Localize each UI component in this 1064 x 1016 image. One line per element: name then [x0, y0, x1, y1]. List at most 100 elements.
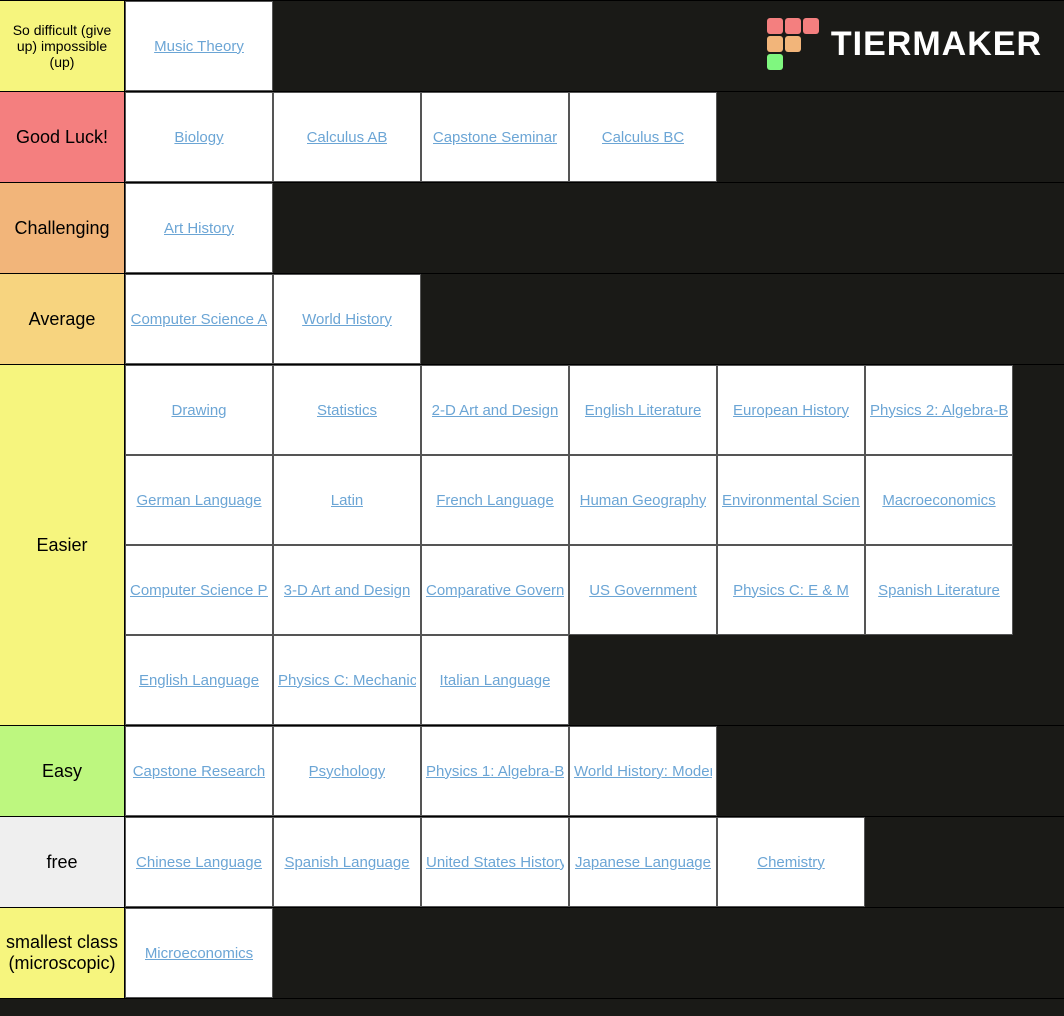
tier-item[interactable]: Environmental Science — [717, 455, 865, 545]
tier-item-label: Italian Language — [440, 672, 551, 689]
tier-item-label: Drawing — [171, 402, 226, 419]
tier-item[interactable]: Drawing — [125, 365, 273, 455]
tier-item[interactable]: Italian Language — [421, 635, 569, 725]
tier-item-label: Chemistry — [757, 854, 825, 871]
tier-item-label: Spanish Literature — [878, 582, 1000, 599]
tier-item[interactable]: World History: Modern — [569, 726, 717, 816]
tier-item-label: Physics 2: Algebra-Based — [870, 402, 1008, 419]
tier-label[interactable]: Average — [0, 274, 125, 364]
tier-item-label: Biology — [174, 129, 223, 146]
tier-item[interactable]: Human Geography — [569, 455, 717, 545]
tier-label[interactable]: smallest class (microscopic) — [0, 908, 125, 998]
tier-item-label: Physics C: Mechanics — [278, 672, 416, 689]
tier-item-label: European History — [733, 402, 849, 419]
tier-row: Easier Drawing Statistics 2-D Art and Desig… — [0, 365, 1064, 726]
tier-item-label: Capstone Seminar — [433, 129, 557, 146]
tier-item-label: Calculus BC — [602, 129, 685, 146]
tier-item[interactable]: Calculus AB — [273, 92, 421, 182]
tier-item-label: French Language — [436, 492, 554, 509]
tier-label[interactable]: Challenging — [0, 183, 125, 273]
tier-item-label: Latin — [331, 492, 364, 509]
tier-item-label: United States History — [426, 854, 564, 871]
tier-item-label: English Language — [139, 672, 259, 689]
tier-item-label: Statistics — [317, 402, 377, 419]
tier-item-label: Computer Science Principles — [130, 582, 268, 599]
tier-row: Average Computer Science A World History — [0, 274, 1064, 365]
tier-item[interactable]: European History — [717, 365, 865, 455]
tier-item[interactable]: English Language — [125, 635, 273, 725]
tier-item-label: Physics 1: Algebra-Based — [426, 763, 564, 780]
tier-item-label: Japanese Language — [575, 854, 711, 871]
tier-item-label: Capstone Research — [133, 763, 266, 780]
tier-label[interactable]: Good Luck! — [0, 92, 125, 182]
tier-grid-icon — [767, 18, 819, 70]
tier-row: free Chinese Language Spanish Language Unit… — [0, 817, 1064, 908]
tier-item-label: Environmental Science — [722, 492, 860, 509]
tier-row: Good Luck! Biology Calculus AB Capstone Sem… — [0, 92, 1064, 183]
tier-item-label: World History — [302, 311, 392, 328]
tier-item[interactable]: Japanese Language — [569, 817, 717, 907]
tier-item-label: German Language — [136, 492, 261, 509]
tier-items[interactable]: Art History — [125, 183, 1064, 273]
tier-item[interactable]: Physics C: E & M — [717, 545, 865, 635]
tier-item[interactable]: Physics 2: Algebra-Based — [865, 365, 1013, 455]
tier-item[interactable]: Spanish Language — [273, 817, 421, 907]
tier-item-label: Music Theory — [154, 38, 244, 55]
tier-item[interactable]: Computer Science Principles — [125, 545, 273, 635]
tier-item[interactable]: Chinese Language — [125, 817, 273, 907]
tier-item[interactable]: Macroeconomics — [865, 455, 1013, 545]
tier-items[interactable]: Computer Science A World History — [125, 274, 1064, 364]
tier-item[interactable]: 2-D Art and Design — [421, 365, 569, 455]
tier-label[interactable]: free — [0, 817, 125, 907]
tier-list: So difficult (give up) impossible (up) Mu… — [0, 0, 1064, 999]
tier-item[interactable]: Music Theory — [125, 1, 273, 91]
tier-item-label: Human Geography — [580, 492, 707, 509]
tier-items[interactable]: Biology Calculus AB Capstone Seminar Calcul… — [125, 92, 1064, 182]
tier-label[interactable]: Easy — [0, 726, 125, 816]
tier-item-label: US Government — [589, 582, 697, 599]
tier-item[interactable]: Psychology — [273, 726, 421, 816]
tier-row: Challenging Art History — [0, 183, 1064, 274]
brand-name: TIERMAKER — [831, 25, 1042, 64]
tier-item[interactable]: US Government — [569, 545, 717, 635]
tier-item-label: Psychology — [309, 763, 386, 780]
tier-item[interactable]: Capstone Seminar — [421, 92, 569, 182]
tier-item-label: World History: Modern — [574, 763, 712, 780]
tier-item-label: Art History — [164, 220, 234, 237]
tier-item-label: Microeconomics — [145, 945, 253, 962]
tier-row: smallest class (microscopic) Microeconomi… — [0, 908, 1064, 999]
tier-item-label: Physics C: E & M — [733, 582, 849, 599]
tier-item[interactable]: Latin — [273, 455, 421, 545]
tier-item[interactable]: Physics C: Mechanics — [273, 635, 421, 725]
tier-item[interactable]: Microeconomics — [125, 908, 273, 998]
tier-item[interactable]: Biology — [125, 92, 273, 182]
tier-item[interactable]: Capstone Research — [125, 726, 273, 816]
tier-item[interactable]: 3-D Art and Design — [273, 545, 421, 635]
tier-item-label: 3-D Art and Design — [284, 582, 411, 599]
tier-item-label: Computer Science A — [131, 311, 268, 328]
tier-item[interactable]: Computer Science A — [125, 274, 273, 364]
tier-item[interactable]: United States History — [421, 817, 569, 907]
tier-item[interactable]: German Language — [125, 455, 273, 545]
tier-item-label: Spanish Language — [284, 854, 409, 871]
tier-item[interactable]: Comparative Government — [421, 545, 569, 635]
tier-item[interactable]: Art History — [125, 183, 273, 273]
tier-items[interactable]: DrawingStatistics2-D Art and DesignEngli… — [125, 365, 1064, 725]
tier-item[interactable]: Physics 1: Algebra-Based — [421, 726, 569, 816]
tier-item[interactable]: French Language — [421, 455, 569, 545]
tier-item[interactable]: Chemistry — [717, 817, 865, 907]
tier-item[interactable]: Spanish Literature — [865, 545, 1013, 635]
tier-label[interactable]: So difficult (give up) impossible (up) — [0, 1, 125, 91]
tier-items[interactable]: Chinese Language Spanish Language United S… — [125, 817, 1064, 907]
tier-items[interactable]: Microeconomics — [125, 908, 1064, 998]
tier-items[interactable]: Capstone Research Psychology Physics 1: Al… — [125, 726, 1064, 816]
tier-item[interactable]: Calculus BC — [569, 92, 717, 182]
tier-item-label: Chinese Language — [136, 854, 262, 871]
tier-item[interactable]: English Literature — [569, 365, 717, 455]
tier-item[interactable]: World History — [273, 274, 421, 364]
brand-logo: TIERMAKER — [767, 18, 1042, 70]
tier-item[interactable]: Statistics — [273, 365, 421, 455]
tier-item-label: Comparative Government — [426, 582, 564, 599]
tier-label[interactable]: Easier — [0, 365, 125, 725]
tier-item-label: Calculus AB — [307, 129, 388, 146]
